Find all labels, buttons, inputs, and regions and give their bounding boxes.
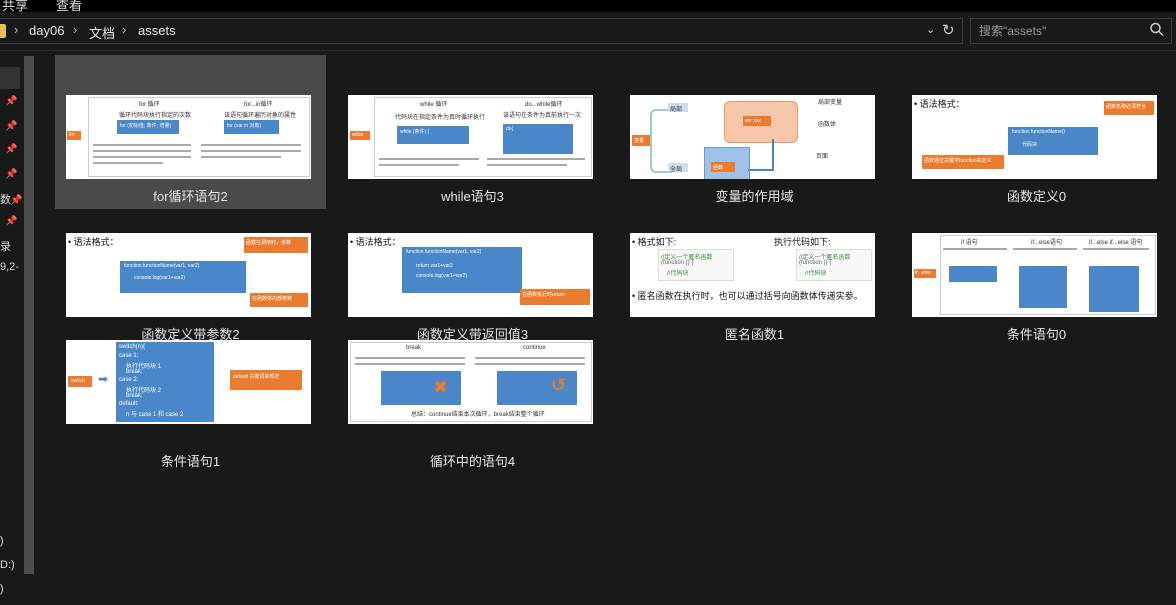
file-item[interactable]: while while 循环 do...while循环 代码块在指定条件为真时循… [337, 55, 608, 209]
thumbnail: break continue ✖ ↺ 总结：continue结束本次循环，bre… [348, 340, 593, 424]
file-item[interactable]: 变量 局部 全局 var xxx 函数 局部变量 函数体 页面 变量的作用域 [619, 55, 890, 209]
pin-icon[interactable]: 📌 [5, 169, 17, 180]
pin-icon[interactable]: 📌 [5, 121, 17, 132]
breadcrumb-separator: › [122, 22, 127, 37]
menu-item-view[interactable]: 查看 [56, 0, 82, 12]
file-item[interactable]: • 格式如下: 执行代码如下: //定义一个匿名函数 (function () … [619, 193, 890, 347]
breadcrumb-separator: › [14, 22, 19, 37]
file-grid: for for 循环 for...in循环 循环代码块执行指定的次数 该语句循环… [40, 51, 1176, 605]
pin-icon[interactable]: 📌 [5, 216, 17, 227]
menu-bar: 共享 查看 [0, 0, 1176, 12]
pin-icon[interactable]: 📌 [5, 96, 17, 107]
file-item[interactable]: for for 循环 for...in循环 循环代码块执行指定的次数 该语句循环… [55, 55, 326, 209]
nav-item-label[interactable]: 录 [0, 238, 11, 254]
search-icon[interactable] [1149, 21, 1165, 39]
nav-item-label[interactable]: D:) [0, 559, 15, 571]
file-name[interactable]: 条件语句1 [55, 451, 326, 470]
thumbnail: • 语法格式： function functionName(var1, var2… [348, 233, 593, 317]
thumbnail: for for 循环 for...in循环 循环代码块执行指定的次数 该语句循环… [66, 95, 311, 179]
file-item[interactable]: if...else if 语句 if...else语句 if...else if… [901, 193, 1172, 347]
slide-tag: for [67, 131, 81, 140]
scrollbar-thumb[interactable] [24, 56, 34, 574]
nav-item-label[interactable]: ) [0, 535, 4, 547]
navigation-pane: 📌 📌 📌 📌 数 📌 📌 录 9,2- ) D:) ) [0, 51, 38, 605]
thumbnail: • 语法格式： function functionName() 代码块 函数名称… [912, 95, 1157, 179]
breadcrumb-item-day06[interactable]: day06 [29, 23, 64, 38]
arrow-right-icon: ➡ [98, 372, 109, 386]
search-input[interactable] [979, 22, 1139, 40]
file-name[interactable]: 条件语句0 [901, 324, 1172, 343]
loop-icon: ↺ [551, 375, 567, 395]
refresh-icon[interactable]: ↻ [942, 21, 955, 39]
folder-icon [0, 24, 6, 38]
file-name[interactable]: 匿名函数1 [619, 324, 890, 343]
slide-tag: while [350, 131, 370, 140]
scrollbar[interactable] [22, 56, 36, 578]
thumbnail: • 格式如下: 执行代码如下: //定义一个匿名函数 (function () … [630, 233, 875, 317]
pin-icon[interactable]: 📌 [10, 195, 22, 206]
thumbnail: switch ➡ switch(n){ case 1: 执行代码块 1 brea… [66, 340, 311, 424]
breadcrumb[interactable]: › day06 › 文档 › assets ⌄ ↻ [0, 18, 963, 44]
breadcrumb-item-docs[interactable]: 文档 [89, 23, 115, 42]
menu-item-share[interactable]: 共享 [2, 0, 28, 12]
breadcrumb-separator: › [73, 22, 78, 37]
chevron-down-icon[interactable]: ⌄ [926, 23, 935, 36]
thumbnail: 变量 局部 全局 var xxx 函数 局部变量 函数体 页面 [630, 95, 875, 179]
pin-icon[interactable]: 📌 [5, 144, 17, 155]
breadcrumb-item-assets[interactable]: assets [138, 23, 176, 38]
file-item[interactable]: switch ➡ switch(n){ case 1: 执行代码块 1 brea… [55, 323, 326, 477]
file-item[interactable]: break continue ✖ ↺ 总结：continue结束本次循环，bre… [337, 323, 608, 477]
nav-item-label[interactable]: 9,2- [0, 261, 19, 273]
file-item[interactable]: • 语法格式： function functionName() 代码块 函数名称… [901, 55, 1172, 209]
file-name[interactable]: 循环中的语句4 [337, 451, 608, 470]
search-box[interactable] [970, 18, 1172, 44]
nav-item-label[interactable]: ) [0, 583, 4, 595]
address-bar: › day06 › 文档 › assets ⌄ ↻ [0, 12, 1176, 51]
thumbnail: while while 循环 do...while循环 代码块在指定条件为真时循… [348, 95, 593, 179]
thumbnail: if...else if 语句 if...else语句 if...else if… [912, 233, 1157, 317]
cross-icon: ✖ [433, 377, 449, 397]
nav-selected-item[interactable] [0, 67, 20, 89]
thumbnail: • 语法格式： function functionName(var1, var2… [66, 233, 311, 317]
